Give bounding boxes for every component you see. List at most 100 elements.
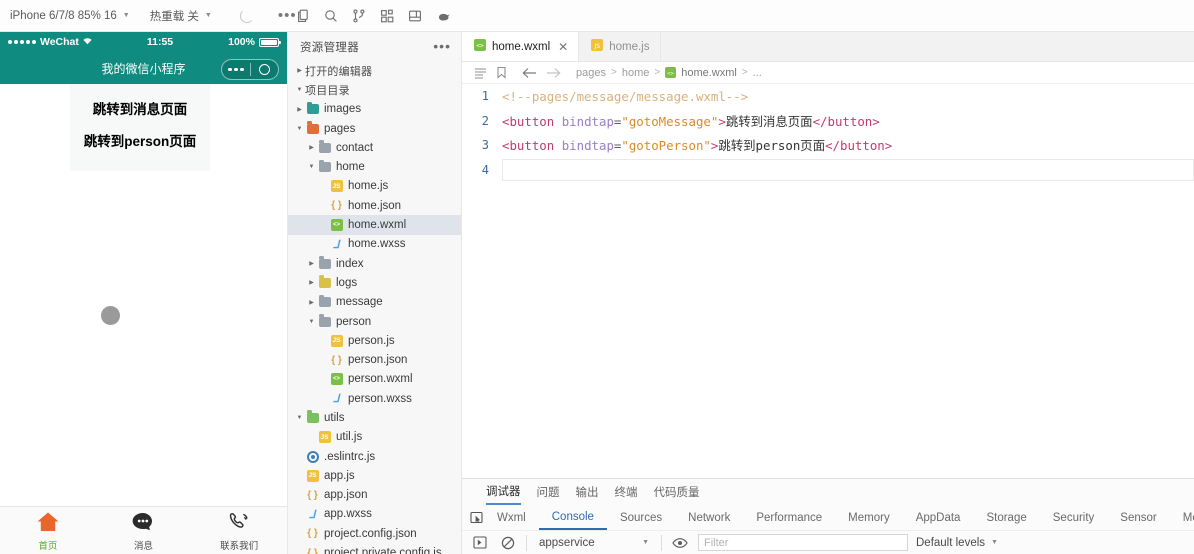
devtools-tab-memory[interactable]: Memory <box>835 505 903 530</box>
chevron-down-icon[interactable]: ▼ <box>294 87 305 93</box>
console-filter-input[interactable]: Filter <box>698 534 908 551</box>
chevron-right-icon[interactable]: ▶ <box>294 67 305 74</box>
tree-item-project-config-json[interactable]: { } project.config.json <box>288 524 461 543</box>
tree-item-index[interactable]: ▶ index <box>288 254 461 273</box>
hot-reload-selector[interactable]: 热重载 关 ▼ <box>140 0 222 31</box>
tree-item-app-js[interactable]: JS app.js <box>288 466 461 485</box>
tree-item-home-js[interactable]: JS home.js <box>288 177 461 196</box>
device-selector[interactable]: iPhone 6/7/8 85% 16 ▼ <box>0 0 140 31</box>
tabbar-item-message[interactable]: 消息 <box>107 511 179 552</box>
devtools-tab-storage[interactable]: Storage <box>973 505 1039 530</box>
devtools-tabs[interactable]: Wxml Console Sources Network Performance Memo… <box>462 505 1194 531</box>
tree-item-person-wxml[interactable]: <> person.wxml <box>288 370 461 389</box>
devtools-tab-wxml[interactable]: Wxml <box>484 505 539 530</box>
console-context-select[interactable]: appservice ▼ <box>535 537 653 549</box>
devtools-tab-sources[interactable]: Sources <box>607 505 675 530</box>
extensions-icon[interactable] <box>374 4 400 28</box>
devtools-tab-console[interactable]: Console <box>538 505 607 530</box>
tree-item-pages[interactable]: ▼ pages <box>288 119 461 138</box>
panel-tabs[interactable]: 调试器 问题 输出 终端 代码质量 <box>462 479 1194 505</box>
tree-item-home-json[interactable]: { } home.json <box>288 196 461 215</box>
chevron-right-icon[interactable]: ▶ <box>306 279 317 286</box>
layout-icon[interactable] <box>402 4 428 28</box>
chevron-down-icon[interactable]: ▼ <box>306 164 317 170</box>
panel-tab-1[interactable]: 问题 <box>537 484 560 500</box>
breadcrumb-segment-pages[interactable]: pages <box>576 67 606 79</box>
code-line[interactable]: 2 <button bindtap="gotoMessage">跳转到消息页面</… <box>462 109 1194 134</box>
code-editor[interactable]: 1 <!--pages/message/message.wxml--> 2 <but… <box>462 84 1194 478</box>
clear-console-icon[interactable] <box>498 536 518 550</box>
tree-item-logs[interactable]: ▶ logs <box>288 273 461 292</box>
section-open-editors[interactable]: ▶ 打开的编辑器 <box>288 61 461 80</box>
devtools-tab-appdata[interactable]: AppData <box>903 505 974 530</box>
tree-item-app-wxss[interactable]: ⅃ app.wxss <box>288 505 461 524</box>
more-horizontal-icon[interactable]: ••• <box>433 39 451 53</box>
goto-message-button[interactable]: 跳转到消息页面 <box>70 94 210 126</box>
chevron-right-icon[interactable]: ▶ <box>306 144 317 151</box>
panel-tab-0[interactable]: 调试器 <box>486 480 521 505</box>
js-file-icon: JS <box>305 469 320 482</box>
tree-item--eslintrc-js[interactable]: .eslintrc.js <box>288 447 461 466</box>
devtools-tab-network[interactable]: Network <box>675 505 743 530</box>
js-file-icon: JS <box>329 180 344 193</box>
panel-tab-4[interactable]: 代码质量 <box>654 484 700 500</box>
breadcrumb-segment-more[interactable]: ... <box>753 67 762 79</box>
file-tree[interactable]: ▶ 打开的编辑器 ▼ 项目目录 ▶ images ▼ pages ▶ contact ▼ h… <box>288 61 461 554</box>
code-line[interactable]: 4 <box>462 158 1194 183</box>
forward-arrow-icon[interactable] <box>546 67 561 79</box>
devtools-tab-mock[interactable]: Mock <box>1170 505 1194 530</box>
devtools-tab-performance[interactable]: Performance <box>743 505 835 530</box>
chevron-right-icon[interactable]: ▶ <box>306 260 317 267</box>
tree-item-home[interactable]: ▼ home <box>288 157 461 176</box>
bookmark-icon[interactable] <box>496 66 507 79</box>
editor-tab-home-js[interactable]: JS home.js <box>579 32 661 61</box>
breadcrumb-segment-home[interactable]: home <box>622 67 650 79</box>
code-line[interactable]: 1 <!--pages/message/message.wxml--> <box>462 84 1194 109</box>
breadcrumb-segment-file[interactable]: home.wxml <box>681 67 737 79</box>
live-expression-icon[interactable] <box>670 537 690 549</box>
tree-item-app-json[interactable]: { } app.json <box>288 486 461 505</box>
tree-item-message[interactable]: ▶ message <box>288 293 461 312</box>
chevron-down-icon[interactable]: ▼ <box>294 126 305 132</box>
active-line-highlight[interactable] <box>502 158 1194 181</box>
tabbar-item-contact[interactable]: 联系我们 <box>203 511 275 552</box>
refresh-button[interactable] <box>222 0 268 31</box>
tree-item-home-wxml[interactable]: <> home.wxml <box>288 215 461 235</box>
tree-item-person-js[interactable]: JS person.js <box>288 331 461 350</box>
editor-tab-home-wxml[interactable]: <> home.wxml ✕ <box>462 32 580 61</box>
tree-item-person-wxss[interactable]: ⅃ person.wxss <box>288 389 461 408</box>
chevron-right-icon[interactable]: ▶ <box>294 106 305 113</box>
tabbar-item-home[interactable]: 首页 <box>12 511 84 552</box>
tree-item-project-private-config-js[interactable]: { } project.private.config.js <box>288 543 461 554</box>
close-circle-icon[interactable] <box>251 64 279 75</box>
execute-icon[interactable] <box>470 536 490 549</box>
goto-person-button[interactable]: 跳转到person页面 <box>70 126 210 158</box>
search-icon[interactable] <box>318 4 344 28</box>
debug-icon[interactable] <box>430 4 456 28</box>
chevron-right-icon[interactable]: ▶ <box>306 299 317 306</box>
tree-item-person[interactable]: ▼ person <box>288 312 461 331</box>
console-levels-select[interactable]: Default levels ▼ <box>916 537 998 549</box>
tree-item-home-wxss[interactable]: ⅃ home.wxss <box>288 235 461 254</box>
close-icon[interactable]: ✕ <box>558 40 568 54</box>
tree-item-util-js[interactable]: JS util.js <box>288 428 461 447</box>
tree-item-contact[interactable]: ▶ contact <box>288 138 461 157</box>
chevron-down-icon[interactable]: ▼ <box>306 319 317 325</box>
source-control-icon[interactable] <box>346 4 372 28</box>
code-line[interactable]: 3 <button bindtap="gotoPerson">跳转到person页… <box>462 133 1194 158</box>
simulator-more-button[interactable]: ••• <box>268 0 307 31</box>
back-arrow-icon[interactable] <box>522 67 537 79</box>
tree-item-utils[interactable]: ▼ utils <box>288 408 461 427</box>
devtools-tab-security[interactable]: Security <box>1040 505 1108 530</box>
panel-tab-3[interactable]: 终端 <box>615 484 638 500</box>
section-project-directory[interactable]: ▼ 项目目录 <box>288 80 461 99</box>
outline-icon[interactable] <box>474 67 487 79</box>
tree-item-images[interactable]: ▶ images <box>288 100 461 119</box>
tree-item-person-json[interactable]: { } person.json <box>288 350 461 369</box>
capsule-menu[interactable] <box>221 59 279 80</box>
more-horizontal-icon[interactable] <box>222 67 250 72</box>
inspect-element-icon[interactable] <box>470 511 484 525</box>
chevron-down-icon[interactable]: ▼ <box>294 415 305 421</box>
devtools-tab-sensor[interactable]: Sensor <box>1107 505 1169 530</box>
panel-tab-2[interactable]: 输出 <box>576 484 599 500</box>
